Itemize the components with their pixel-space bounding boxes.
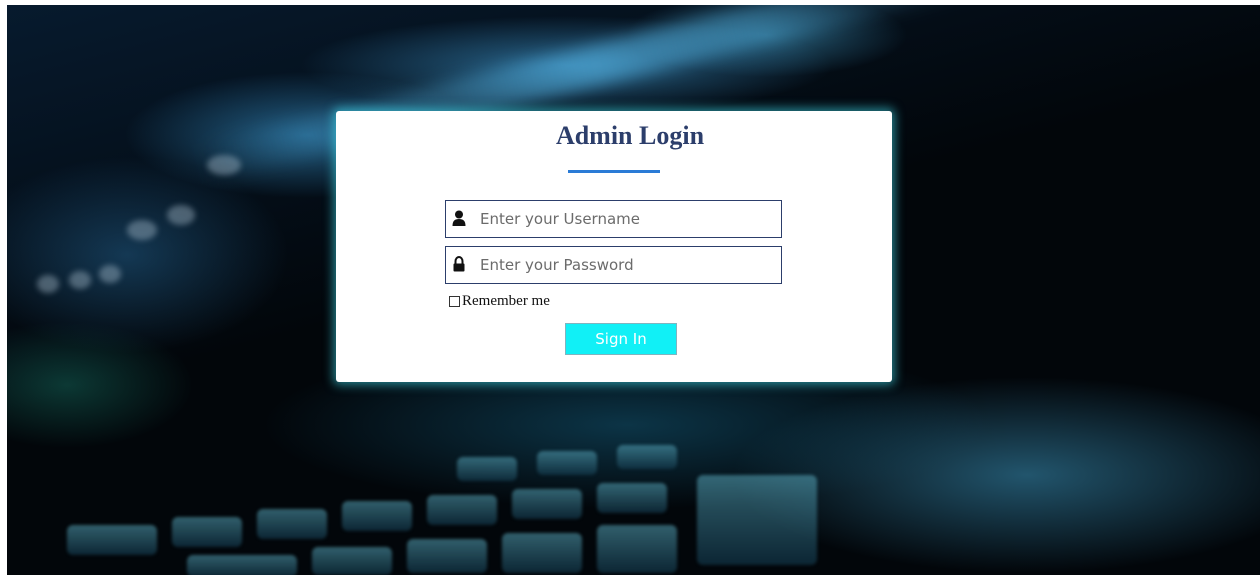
password-input[interactable] [480,247,770,283]
sign-in-button[interactable]: Sign In [565,323,677,355]
keyboard-image [7,405,1260,575]
user-icon [452,210,468,228]
remember-checkbox[interactable] [449,295,460,307]
title-underline [568,170,660,173]
login-title: Admin Login [555,121,705,150]
password-field[interactable] [445,246,782,284]
username-field[interactable] [445,200,782,238]
remember-me[interactable]: Remember me [449,293,550,309]
username-input[interactable] [480,201,770,237]
lock-icon [452,255,468,274]
remember-label: Remember me [462,292,550,309]
